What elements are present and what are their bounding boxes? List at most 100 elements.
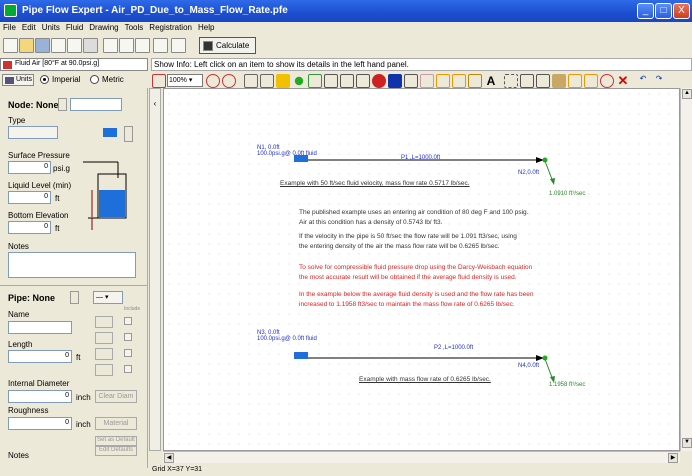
- add-pipe-icon[interactable]: [308, 74, 322, 88]
- pipe-style-select[interactable]: — ▾: [93, 291, 123, 304]
- surface-pressure-field[interactable]: 0: [8, 161, 51, 174]
- cut-icon[interactable]: [520, 74, 534, 88]
- menu-drawing[interactable]: Drawing: [86, 22, 121, 33]
- surface-pressure-unit: psi.g: [53, 164, 70, 173]
- minimize-button[interactable]: _: [637, 3, 654, 19]
- type-select[interactable]: [8, 126, 58, 139]
- report-icon[interactable]: [135, 38, 150, 53]
- flow-demand-icon[interactable]: [404, 74, 418, 88]
- menu-units[interactable]: Units: [39, 22, 63, 33]
- pipe-name-label: Name: [8, 310, 30, 319]
- new-file-icon[interactable]: [3, 38, 18, 53]
- delete-icon[interactable]: ✕: [616, 74, 630, 88]
- include-checkbox-2[interactable]: [124, 333, 132, 341]
- component-icon[interactable]: [340, 74, 354, 88]
- metric-label: Metric: [102, 75, 124, 84]
- fluid-indicator[interactable]: Fluid Air [80°F at 90.0psi.g]: [0, 58, 148, 71]
- metric-radio[interactable]: [90, 75, 99, 84]
- menu-fluid[interactable]: Fluid: [63, 22, 86, 33]
- fitting-4-button[interactable]: [95, 364, 113, 376]
- calculate-button[interactable]: Calculate: [199, 37, 256, 54]
- maximize-button[interactable]: □: [655, 3, 672, 19]
- demand-1-arrow: [550, 178, 555, 185]
- paste-icon[interactable]: [552, 74, 566, 88]
- menu-file[interactable]: File: [0, 22, 19, 33]
- fitting-1-button[interactable]: [95, 316, 113, 328]
- horizontal-scrollbar[interactable]: ◀ ▶: [163, 451, 680, 463]
- pressure-icon[interactable]: [420, 74, 434, 88]
- tank-icon[interactable]: [388, 74, 402, 88]
- diameter-unit: inch: [76, 393, 91, 402]
- scroll-down-icon[interactable]: ▼: [682, 438, 692, 448]
- text-tool-icon[interactable]: A: [484, 74, 498, 88]
- zoom-in-icon[interactable]: [206, 74, 220, 88]
- align-icon[interactable]: [568, 74, 582, 88]
- clear-diam-button[interactable]: Clear Diam: [95, 390, 137, 403]
- node-spinner[interactable]: [58, 98, 67, 111]
- pump-icon[interactable]: [372, 74, 386, 88]
- results-table-icon[interactable]: [119, 38, 134, 53]
- print-icon[interactable]: [83, 38, 98, 53]
- valve-icon[interactable]: [356, 74, 370, 88]
- units-button[interactable]: Units: [2, 74, 34, 86]
- node-name-field[interactable]: [70, 98, 122, 111]
- save-icon[interactable]: [35, 38, 50, 53]
- heat-icon[interactable]: [452, 74, 466, 88]
- liquid-level-field[interactable]: 0: [8, 191, 51, 204]
- include-checkbox-3[interactable]: [124, 349, 132, 357]
- zoom-select[interactable]: 100% ▾: [167, 74, 203, 87]
- fittings-icon[interactable]: [324, 74, 338, 88]
- material-button[interactable]: Material: [95, 417, 137, 430]
- scroll-up-icon[interactable]: ▲: [682, 89, 692, 99]
- vertical-scrollbar[interactable]: ▲ ▼: [680, 88, 692, 451]
- draw-icon[interactable]: [468, 74, 482, 88]
- pipe-name-field[interactable]: [8, 321, 72, 334]
- pipe-spinner[interactable]: [70, 291, 79, 304]
- open-folder-icon[interactable]: [19, 38, 34, 53]
- redo-icon[interactable]: ↷: [652, 74, 666, 88]
- zoom-icon[interactable]: [152, 74, 166, 88]
- pan-hand-icon[interactable]: [260, 74, 274, 88]
- tank-type-icon: [103, 128, 117, 137]
- node-notes-field[interactable]: [8, 252, 136, 278]
- scroll-right-icon[interactable]: ▶: [668, 453, 678, 463]
- edit-defaults-button[interactable]: Edit Defaults: [95, 446, 137, 456]
- node-data-icon[interactable]: [171, 38, 186, 53]
- diameter-label: Internal Diameter: [8, 379, 70, 388]
- menu-registration[interactable]: Registration: [146, 22, 195, 33]
- diameter-field[interactable]: 0: [8, 390, 72, 403]
- menu-edit[interactable]: Edit: [19, 22, 39, 33]
- move-icon[interactable]: [276, 74, 290, 88]
- drawing-canvas[interactable]: N1, 0.0ft 100.0psi.g@ 0.0ft fluid P1 ,L=…: [163, 88, 680, 451]
- length-field[interactable]: 0: [8, 350, 72, 363]
- roughness-field[interactable]: 0: [8, 417, 72, 430]
- include-checkbox-1[interactable]: [124, 317, 132, 325]
- results-grid-icon[interactable]: [103, 38, 118, 53]
- type-spinner[interactable]: [124, 126, 133, 142]
- menu-tools[interactable]: Tools: [122, 22, 147, 33]
- scroll-left-icon[interactable]: ◀: [164, 453, 174, 463]
- fitting-3-button[interactable]: [95, 348, 113, 360]
- copy-icon[interactable]: [536, 74, 550, 88]
- box-select-icon[interactable]: [504, 74, 518, 88]
- close-button[interactable]: X: [673, 3, 690, 19]
- imperial-radio[interactable]: [40, 75, 49, 84]
- export-icon[interactable]: [67, 38, 82, 53]
- undo-icon[interactable]: ↶: [636, 74, 650, 88]
- note-2a: If the velocity in the pipe is 50 ft/sec…: [299, 233, 517, 240]
- menu-help[interactable]: Help: [195, 22, 217, 33]
- pipe-data-icon[interactable]: [153, 38, 168, 53]
- bottom-elevation-field[interactable]: 0: [8, 221, 51, 234]
- include-checkbox-4[interactable]: [124, 365, 132, 373]
- select-arrow-icon[interactable]: [244, 74, 258, 88]
- note-red-1b: the most accurate result will be obtaine…: [299, 274, 517, 281]
- panel-collapse-tab[interactable]: ‹: [149, 88, 161, 451]
- add-node-icon[interactable]: [294, 76, 304, 86]
- flow-control-icon[interactable]: [436, 74, 450, 88]
- zoom-fit-icon[interactable]: [222, 74, 236, 88]
- find-icon[interactable]: [600, 74, 614, 88]
- set-default-button[interactable]: Set as Default: [95, 436, 137, 446]
- grid-icon[interactable]: [584, 74, 598, 88]
- fitting-2-button[interactable]: [95, 332, 113, 344]
- save-as-icon[interactable]: [51, 38, 66, 53]
